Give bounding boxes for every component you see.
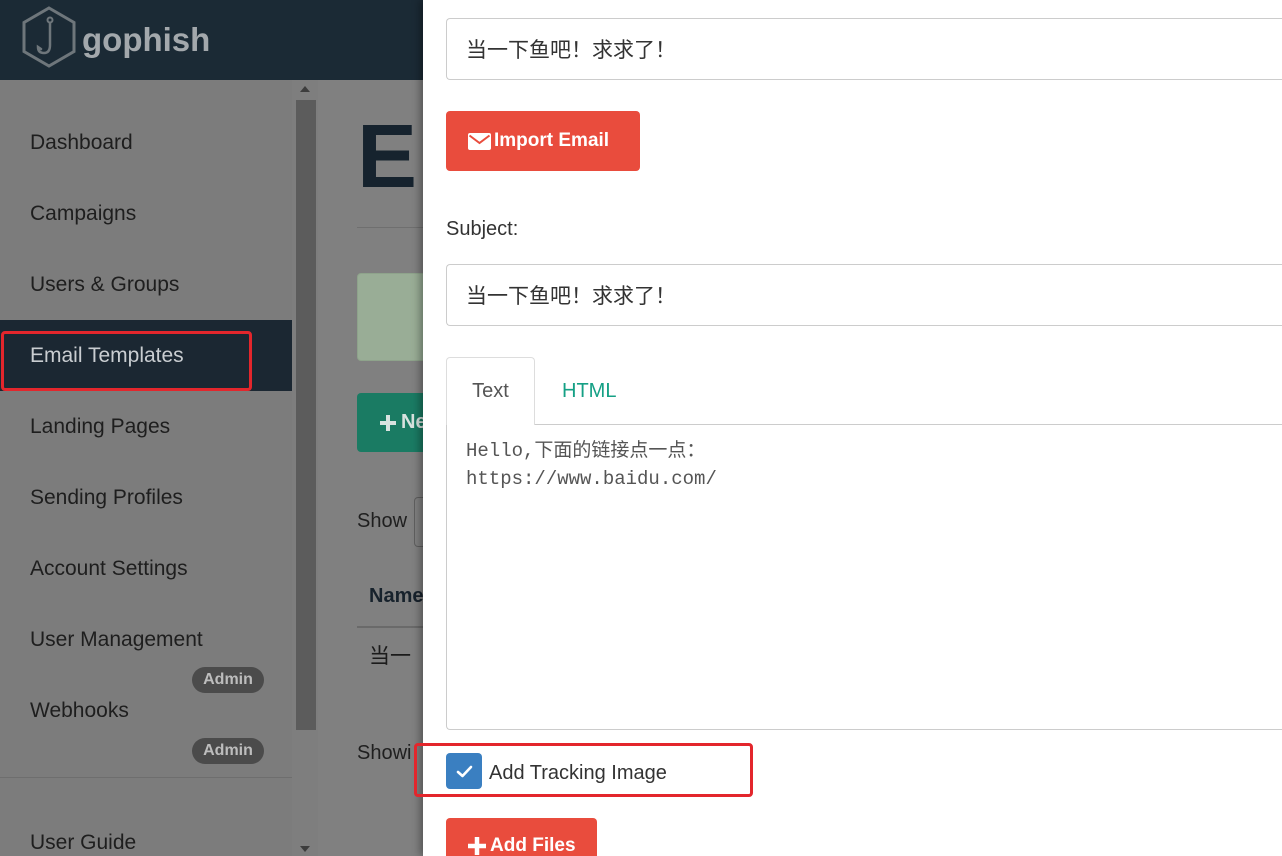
tab-html-label: HTML xyxy=(562,379,617,402)
subject-label: Subject: xyxy=(446,218,519,240)
add-tracking-image-label[interactable]: Add Tracking Image xyxy=(489,760,667,786)
tab-text-label: Text xyxy=(472,380,509,402)
import-email-label: Import Email xyxy=(494,130,610,151)
add-files-label: Add Files xyxy=(490,835,576,856)
subject-input[interactable] xyxy=(446,264,1282,326)
tab-html[interactable]: HTML xyxy=(562,357,616,425)
envelope-icon xyxy=(468,132,491,150)
add-tracking-image-checkbox[interactable] xyxy=(446,753,482,789)
template-modal: Import Email Subject: Text HTML Hello,下面… xyxy=(423,0,1282,856)
import-email-button[interactable]: Import Email xyxy=(446,111,640,171)
plus-icon xyxy=(468,837,486,855)
text-body-editor[interactable]: Hello,下面的链接点一点： https://www.baidu.com/ xyxy=(446,424,1282,730)
template-name-input[interactable] xyxy=(446,18,1282,80)
add-files-button[interactable]: Add Files xyxy=(446,818,597,856)
check-icon xyxy=(456,765,472,777)
tab-text[interactable]: Text xyxy=(446,357,535,425)
